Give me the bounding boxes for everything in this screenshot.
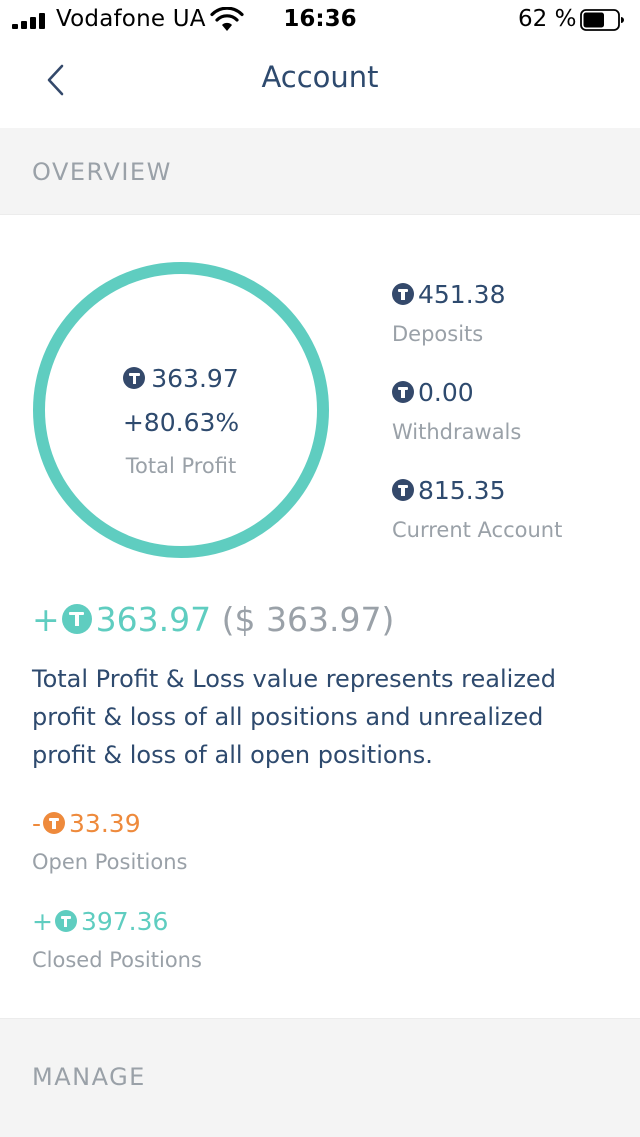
manage-section-header: MANAGE — [0, 1018, 640, 1137]
closed-positions-value: +397.36 — [32, 907, 168, 936]
total-pnl-sign: + — [32, 600, 60, 639]
current-account-label: Current Account — [392, 518, 563, 542]
tether-coin-icon — [392, 283, 414, 305]
withdrawals-value: 0.00 — [392, 378, 474, 407]
deposits-value: 451.38 — [392, 280, 505, 309]
battery-icon — [580, 9, 624, 31]
current-account-value: 815.35 — [392, 476, 505, 505]
status-bar: Vodafone UA 16:36 62 % — [0, 0, 640, 44]
overview-section-label: OVERVIEW — [32, 158, 172, 186]
open-positions-label: Open Positions — [32, 850, 188, 874]
total-pnl-value: 363.97 — [95, 600, 212, 639]
tether-coin-icon — [123, 367, 146, 389]
open-positions-value: -33.39 — [32, 809, 141, 838]
battery-percent: 62 % — [518, 6, 577, 32]
tether-coin-icon — [54, 910, 77, 932]
tether-coin-icon — [61, 603, 92, 634]
deposits-amount: 451.38 — [418, 280, 506, 309]
open-positions-sign: - — [32, 809, 42, 838]
tether-coin-icon — [392, 479, 414, 501]
pnl-description: Total Profit & Loss value represents rea… — [32, 665, 556, 769]
closed-positions-sign: + — [32, 907, 53, 936]
withdrawals-label: Withdrawals — [392, 420, 522, 444]
total-pnl: +363.97 ($ 363.97) — [32, 600, 394, 639]
tether-coin-icon — [392, 381, 414, 403]
total-profit-caption: Total Profit — [125, 454, 237, 478]
current-account-amount: 815.35 — [418, 476, 506, 505]
total-profit-amount: 363.97 — [151, 364, 239, 393]
total-profit-percent: +80.63% — [122, 408, 240, 437]
closed-positions-amount: 397.36 — [80, 907, 169, 936]
overview-section-header: OVERVIEW — [0, 128, 640, 215]
deposits-label: Deposits — [392, 322, 484, 346]
total-profit-value: 363.97 — [32, 364, 330, 393]
manage-section-label: MANAGE — [32, 1063, 146, 1091]
page-title: Account — [261, 60, 379, 94]
tether-coin-icon — [43, 812, 66, 834]
withdrawals-amount: 0.00 — [418, 378, 474, 407]
closed-positions-label: Closed Positions — [32, 948, 202, 972]
open-positions-amount: 33.39 — [69, 809, 141, 838]
total-pnl-usd: ($ 363.97) — [221, 600, 395, 639]
